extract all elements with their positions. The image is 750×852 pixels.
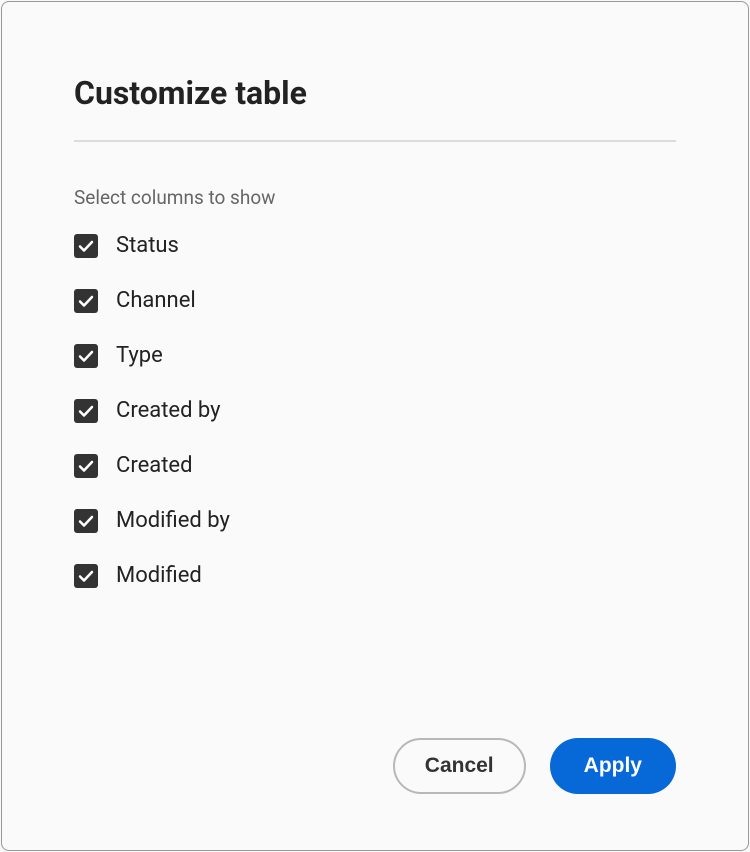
checkbox-modified[interactable]: Modified xyxy=(74,563,676,588)
checkmark-icon xyxy=(74,234,98,258)
checkmark-icon xyxy=(74,454,98,478)
checkbox-label: Modified xyxy=(116,563,202,588)
checkbox-type[interactable]: Type xyxy=(74,343,676,368)
checkbox-status[interactable]: Status xyxy=(74,233,676,258)
dialog-button-row: Cancel Apply xyxy=(393,738,676,794)
checkbox-label: Channel xyxy=(116,288,196,313)
checkbox-channel[interactable]: Channel xyxy=(74,288,676,313)
checkbox-created-by[interactable]: Created by xyxy=(74,398,676,423)
checkmark-icon xyxy=(74,564,98,588)
checkbox-label: Created xyxy=(116,453,192,478)
divider xyxy=(74,140,676,142)
cancel-button[interactable]: Cancel xyxy=(393,738,526,794)
checkbox-created[interactable]: Created xyxy=(74,453,676,478)
apply-button[interactable]: Apply xyxy=(550,738,676,794)
checkbox-modified-by[interactable]: Modified by xyxy=(74,508,676,533)
customize-table-dialog: Customize table Select columns to show S… xyxy=(1,1,749,851)
checkmark-icon xyxy=(74,289,98,313)
checkmark-icon xyxy=(74,399,98,423)
checkbox-label: Type xyxy=(116,343,163,368)
checkbox-list: Status Channel Type Created by Created xyxy=(74,233,676,588)
checkbox-label: Modified by xyxy=(116,508,230,533)
dialog-title: Customize table xyxy=(74,74,676,112)
checkbox-label: Created by xyxy=(116,398,221,423)
checkmark-icon xyxy=(74,509,98,533)
checkmark-icon xyxy=(74,344,98,368)
section-label: Select columns to show xyxy=(74,186,676,209)
checkbox-label: Status xyxy=(116,233,179,258)
